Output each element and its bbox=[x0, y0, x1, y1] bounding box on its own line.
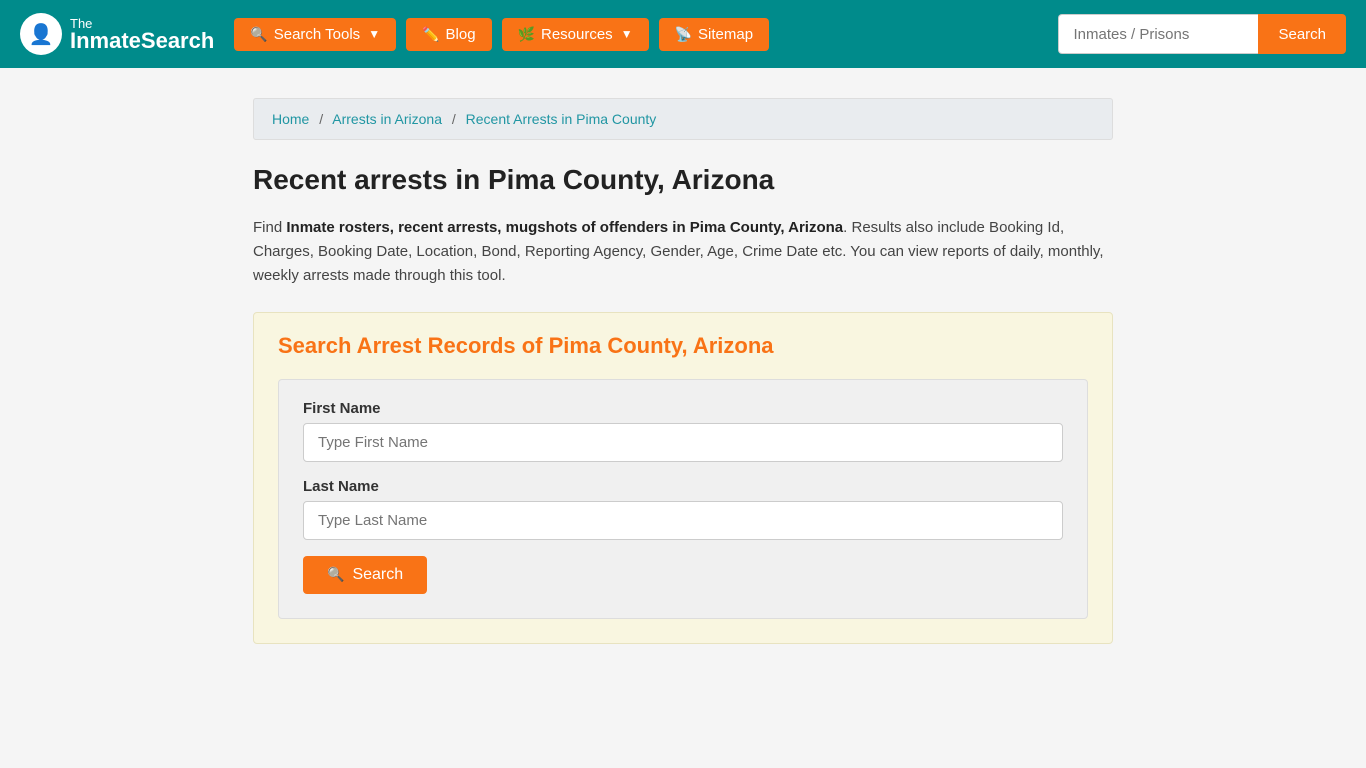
form-section: First Name Last Name Search bbox=[278, 379, 1088, 619]
first-name-input[interactable] bbox=[303, 423, 1063, 462]
search-submit-label: Search bbox=[352, 566, 403, 584]
description-prefix: Find bbox=[253, 219, 286, 236]
breadcrumb: Home / Arrests in Arizona / Recent Arres… bbox=[253, 98, 1113, 140]
first-name-label: First Name bbox=[303, 400, 1063, 417]
person-icon: 👤 bbox=[29, 22, 54, 47]
blog-label: Blog bbox=[446, 26, 476, 43]
search-tools-dropdown-icon: ▼ bbox=[368, 27, 380, 41]
search-submit-icon bbox=[327, 566, 344, 584]
last-name-label: Last Name bbox=[303, 478, 1063, 495]
page-description: Find Inmate rosters, recent arrests, mug… bbox=[253, 216, 1113, 288]
breadcrumb-pima[interactable]: Recent Arrests in Pima County bbox=[466, 111, 657, 127]
page-title: Recent arrests in Pima County, Arizona bbox=[253, 164, 1113, 196]
navbar: 👤 The InmateSearch Search Tools ▼ Blog R… bbox=[0, 0, 1366, 68]
breadcrumb-arizona[interactable]: Arrests in Arizona bbox=[332, 111, 442, 127]
blog-button[interactable]: Blog bbox=[406, 18, 491, 51]
sitemap-label: Sitemap bbox=[698, 26, 753, 43]
breadcrumb-home[interactable]: Home bbox=[272, 111, 309, 127]
last-name-group: Last Name bbox=[303, 478, 1063, 540]
brand-name: The InmateSearch bbox=[70, 17, 214, 52]
brand-logo-link[interactable]: 👤 The InmateSearch bbox=[20, 13, 214, 55]
search-tools-label: Search Tools bbox=[274, 26, 360, 43]
breadcrumb-sep-1: / bbox=[319, 111, 323, 127]
resources-icon bbox=[518, 26, 535, 43]
breadcrumb-sep-2: / bbox=[452, 111, 456, 127]
nav-search-button[interactable]: Search bbox=[1258, 14, 1346, 54]
search-form-title: Search Arrest Records of Pima County, Ar… bbox=[278, 333, 1088, 359]
resources-dropdown-icon: ▼ bbox=[621, 27, 633, 41]
nav-search-button-label: Search bbox=[1278, 26, 1326, 43]
search-submit-button[interactable]: Search bbox=[303, 556, 427, 594]
main-content: Home / Arrests in Arizona / Recent Arres… bbox=[233, 98, 1133, 644]
first-name-group: First Name bbox=[303, 400, 1063, 462]
search-tools-icon bbox=[250, 26, 267, 43]
sitemap-icon bbox=[675, 26, 692, 43]
brand-logo-icon: 👤 bbox=[20, 13, 62, 55]
nav-search-bar: Search bbox=[1058, 14, 1346, 54]
resources-label: Resources bbox=[541, 26, 613, 43]
brand-title: InmateSearch bbox=[70, 28, 214, 53]
last-name-input[interactable] bbox=[303, 501, 1063, 540]
search-form-box: Search Arrest Records of Pima County, Ar… bbox=[253, 312, 1113, 644]
search-tools-button[interactable]: Search Tools ▼ bbox=[234, 18, 396, 51]
sitemap-button[interactable]: Sitemap bbox=[659, 18, 769, 51]
blog-icon bbox=[422, 26, 439, 43]
resources-button[interactable]: Resources ▼ bbox=[502, 18, 649, 51]
description-bold: Inmate rosters, recent arrests, mugshots… bbox=[286, 219, 843, 236]
nav-search-input[interactable] bbox=[1058, 14, 1258, 54]
